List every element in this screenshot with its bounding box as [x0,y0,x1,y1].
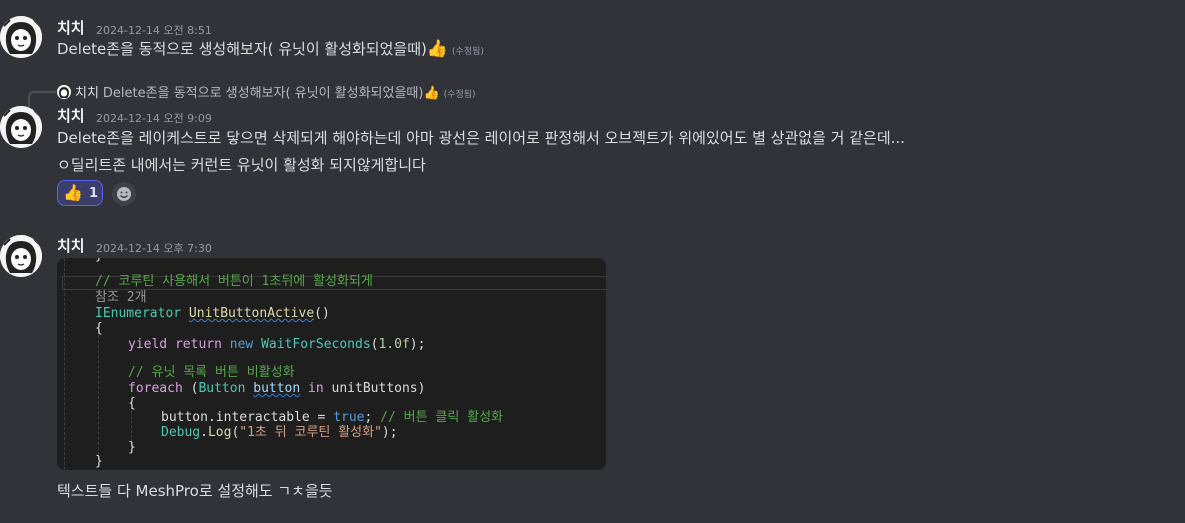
avatar[interactable] [0,106,42,148]
code-token: . [200,425,208,440]
reply-preview[interactable]: 치치 Delete존을 동적으로 생성해보자( 유닛이 활성화되었을때)👍 (수정됨… [57,82,476,101]
code-yield-line: yield return new WaitForSeconds(1.0f); [128,337,425,352]
code-brace: } [128,440,136,455]
reply-author[interactable]: 치치 [75,86,99,101]
code-token: IEnumerator [95,306,182,321]
code-brace: { [128,396,136,411]
code-token: new [229,337,254,352]
avatar-image [0,235,42,277]
message-text: Delete존을 동적으로 생성해보자( 유닛이 활성화되었을때)👍 (수정됨) [57,38,484,59]
reply-connector [28,91,56,107]
code-foreach-line: foreach (Button button in unitButtons) [128,381,425,396]
add-reaction-button[interactable] [112,182,136,206]
code-screenshot-attachment[interactable]: } // 코루틴 사용해서 버튼이 1초뒤에 활성화되게 참조 2개 IEnum… [57,258,606,470]
reaction-count: 1 [89,186,99,201]
code-token: ); [381,425,398,440]
avatar[interactable] [0,235,42,277]
code-token: foreach [128,381,183,396]
timestamp: 2024-12-14 오전 9:09 [96,112,212,125]
code-token: button.interactable = [161,410,334,425]
avatar-image [0,106,42,148]
author-name[interactable]: 치치 [57,105,85,126]
code-token: () [314,306,330,321]
timestamp: 2024-12-14 오후 7:30 [96,242,212,255]
code-token: ); [409,337,426,352]
indent-guide [98,330,99,460]
code-token: unitButtons) [331,381,426,396]
code-token: 1.0f [378,337,410,352]
author-name[interactable]: 치치 [57,235,85,256]
code-token: ; [364,410,373,425]
code-token: UnitButtonActive [188,306,315,321]
code-debug-line: Debug.Log("1초 뒤 코루틴 활성화"); [161,425,398,440]
reply-text: Delete존을 동적으로 생성해보자( 유닛이 활성화되었을때) [102,86,424,101]
code-brace: } [95,454,103,469]
thumbs-up-emoji: 👍 [426,39,449,59]
message-content: Delete존을 동적으로 생성해보자( 유닛이 활성화되었을때) [57,40,427,58]
code-brace: } [95,258,103,263]
code-token: Log [207,425,232,440]
message-line-2: ㅇ딜리트존 내에서는 커런트 유닛이 활성화 되지않게합니다 [57,156,426,174]
edited-label: (수정됨) [452,47,484,57]
code-token: Debug [161,425,201,440]
message-line-1: Delete존을 레이케스트로 닿으면 삭제되게 해야하는데 아마 광선은 레이… [57,129,905,147]
code-assign-line: button.interactable = true; // 버튼 클릭 활성화 [161,410,503,425]
reply-edited-label: (수정됨) [443,90,476,100]
code-comment: // 코루틴 사용해서 버튼이 1초뒤에 활성화되게 [95,274,373,289]
code-method-signature: IEnumerator UnitButtonActive() [95,306,330,321]
code-token: Button [198,381,246,396]
avatar[interactable] [0,16,42,58]
code-token: in [308,381,324,396]
message-text: 텍스트들 다 MeshPro로 설정해도 ㄱㅊ을듯 [57,482,333,500]
code-token: return [174,337,222,352]
code-token: "1초 뒤 코루틴 활성화" [239,425,382,440]
reaction-thumbs-up[interactable]: 👍 1 [57,180,103,206]
code-token: true [333,410,365,425]
code-brace: { [95,321,103,336]
smile-add-icon [117,187,131,201]
reply-thumbs-up-emoji: 👍 [423,86,440,101]
reaction-emoji: 👍 [63,183,83,202]
reply-avatar [57,85,71,99]
author-name[interactable]: 치치 [57,17,85,38]
avatar-image [0,16,42,58]
code-token: ( [182,381,199,396]
code-token: // 버튼 클릭 활성화 [380,410,504,425]
code-token: button [253,381,301,396]
code-comment: // 유닛 목록 버튼 비활성화 [128,365,295,380]
code-reference-count: 참조 2개 [95,290,147,305]
code-token: WaitForSeconds [261,337,371,352]
timestamp: 2024-12-14 오전 8:51 [96,24,212,37]
code-token: yield [128,337,168,352]
